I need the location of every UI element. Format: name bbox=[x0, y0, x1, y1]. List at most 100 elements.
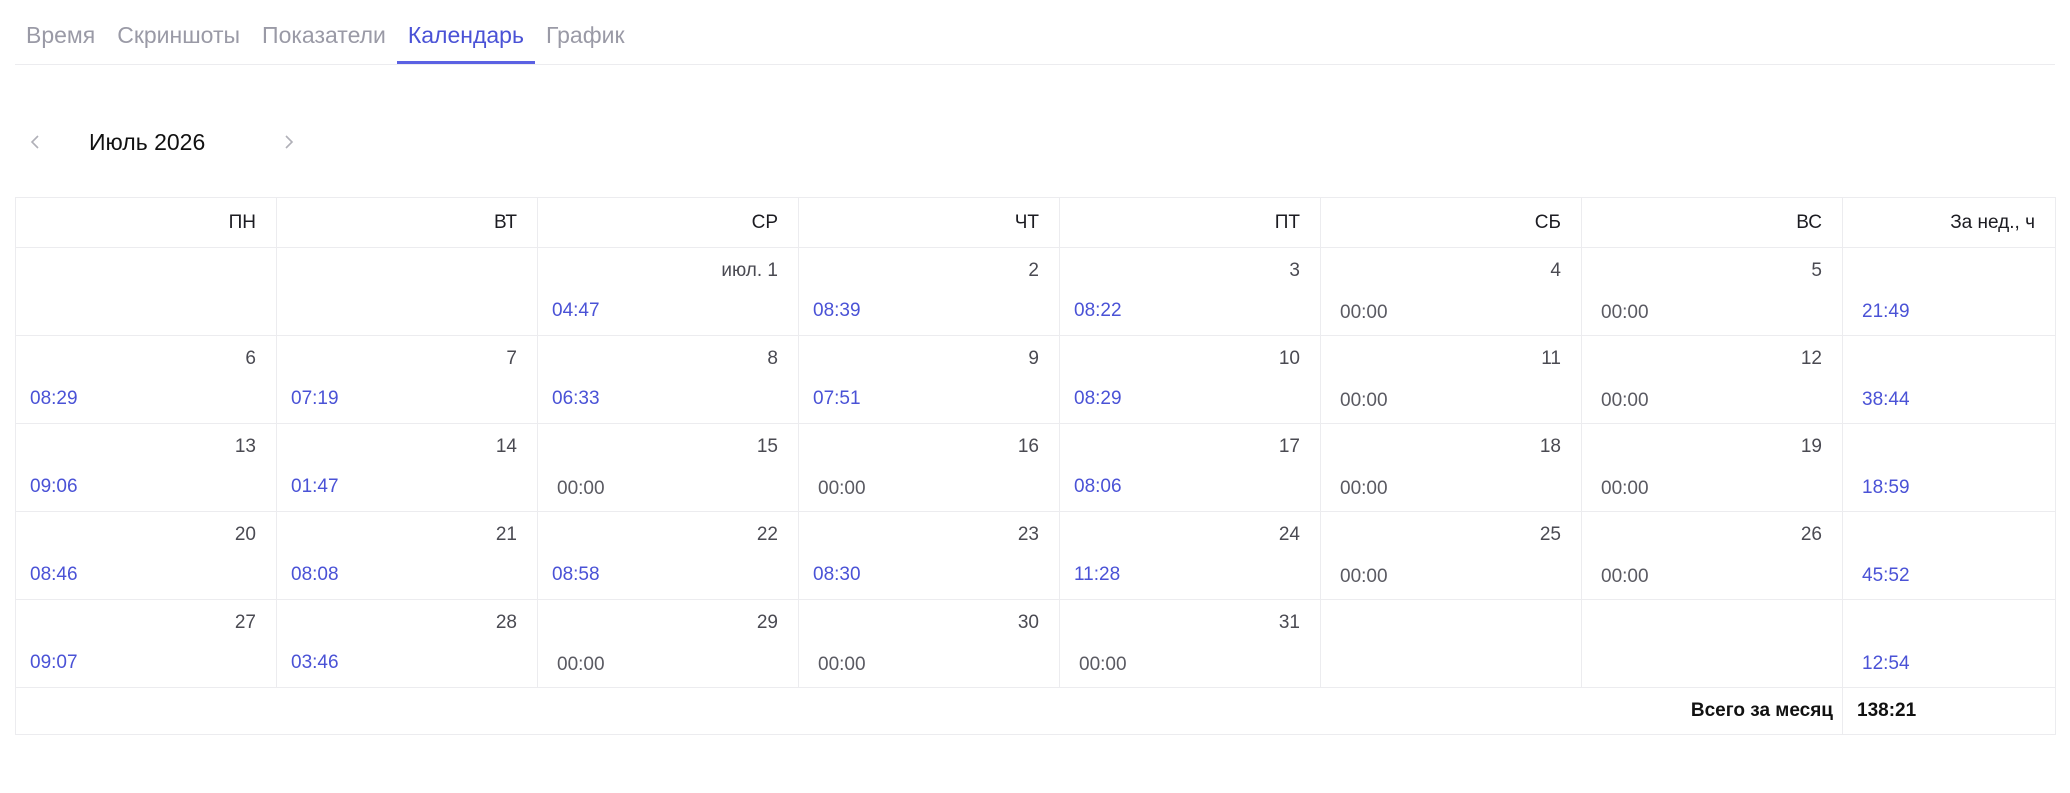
day-number: 20 bbox=[234, 524, 256, 545]
day-time-link[interactable]: 08:46 bbox=[30, 564, 78, 586]
day-time-link[interactable]: 08:30 bbox=[813, 564, 861, 586]
day-number: 11 bbox=[1541, 348, 1561, 369]
day-time-link[interactable]: 03:46 bbox=[291, 652, 339, 674]
day-cell bbox=[1320, 599, 1582, 688]
month-total-row: Всего за месяц 138:21 bbox=[15, 687, 2056, 735]
day-cell: 14 01:47 bbox=[276, 423, 538, 512]
day-time-link[interactable]: 08:22 bbox=[1074, 300, 1122, 322]
day-number: 13 bbox=[234, 436, 256, 457]
week-total-link[interactable]: 45:52 bbox=[1862, 565, 1910, 587]
day-time-empty: 00:00 bbox=[557, 654, 605, 675]
day-cell: 17 08:06 bbox=[1059, 423, 1321, 512]
header-fri: ПТ bbox=[1059, 197, 1321, 248]
next-month-button[interactable] bbox=[269, 122, 309, 162]
tab-calendar[interactable]: Календарь bbox=[396, 0, 535, 64]
day-cell: 10 08:29 bbox=[1059, 335, 1321, 424]
day-time-link[interactable]: 08:29 bbox=[1074, 388, 1122, 410]
day-time-link[interactable]: 08:58 bbox=[552, 564, 600, 586]
month-total-label: Всего за месяц bbox=[15, 687, 1843, 735]
day-cell: 7 07:19 bbox=[276, 335, 538, 424]
day-cell: 9 07:51 bbox=[798, 335, 1060, 424]
day-time-link[interactable]: 08:08 bbox=[291, 564, 339, 586]
tab-screenshots[interactable]: Скриншоты bbox=[106, 0, 251, 64]
header-week-total: За нед., ч bbox=[1842, 197, 2056, 248]
day-time-link[interactable]: 08:29 bbox=[30, 388, 78, 410]
week-row: июл. 1 04:47 2 08:39 3 08:22 4 00:00 5 00:00 21:49 bbox=[15, 247, 2056, 336]
day-time-empty: 00:00 bbox=[557, 478, 605, 499]
day-number: 16 bbox=[1017, 436, 1039, 457]
day-time-empty: 00:00 bbox=[1340, 566, 1388, 587]
month-total-value: 138:21 bbox=[1842, 687, 2056, 735]
day-time-empty: 00:00 bbox=[1601, 302, 1649, 323]
day-number: 9 bbox=[1028, 348, 1039, 369]
day-time-empty: 00:00 bbox=[1340, 390, 1388, 411]
day-cell: 8 06:33 bbox=[537, 335, 799, 424]
day-cell: июл. 1 04:47 bbox=[537, 247, 799, 336]
header-wed: СР bbox=[537, 197, 799, 248]
week-total-link[interactable]: 12:54 bbox=[1862, 653, 1910, 675]
day-cell: 27 09:07 bbox=[15, 599, 277, 688]
week-total-cell: 45:52 bbox=[1842, 511, 2056, 600]
week-total-cell: 21:49 bbox=[1842, 247, 2056, 336]
header-mon: ПН bbox=[15, 197, 277, 248]
day-cell: 20 08:46 bbox=[15, 511, 277, 600]
day-number: 12 bbox=[1800, 348, 1822, 369]
day-number: июл. 1 bbox=[721, 260, 778, 281]
day-cell: 16 00:00 bbox=[798, 423, 1060, 512]
day-time-empty: 00:00 bbox=[1601, 566, 1649, 587]
week-total-link[interactable]: 21:49 bbox=[1862, 301, 1910, 323]
day-time-link[interactable]: 09:07 bbox=[30, 652, 78, 674]
day-time-link[interactable]: 11:28 bbox=[1074, 564, 1120, 586]
day-number: 4 bbox=[1550, 260, 1561, 281]
day-cell: 5 00:00 bbox=[1581, 247, 1843, 336]
tab-time[interactable]: Время bbox=[15, 0, 106, 64]
day-time-link[interactable]: 01:47 bbox=[291, 476, 339, 498]
day-cell bbox=[15, 247, 277, 336]
day-time-link[interactable]: 06:33 bbox=[552, 388, 600, 410]
day-number: 14 bbox=[495, 436, 517, 457]
day-time-link[interactable]: 04:47 bbox=[552, 300, 600, 322]
week-row: 6 08:29 7 07:19 8 06:33 9 07:51 10 08:29 11 00:00 12… bbox=[15, 335, 2056, 424]
week-row: 27 09:07 28 03:46 29 00:00 30 00:00 31 00:00 12:54 bbox=[15, 599, 2056, 688]
day-cell: 18 00:00 bbox=[1320, 423, 1582, 512]
tab-bar: Время Скриншоты Показатели Календарь Гра… bbox=[15, 0, 2055, 65]
day-time-link[interactable]: 08:06 bbox=[1074, 476, 1122, 498]
header-thu: ЧТ bbox=[798, 197, 1060, 248]
day-number: 18 bbox=[1539, 436, 1561, 457]
prev-month-button[interactable] bbox=[15, 122, 55, 162]
day-number: 28 bbox=[495, 612, 517, 633]
week-total-link[interactable]: 18:59 bbox=[1862, 477, 1910, 499]
day-number: 21 bbox=[495, 524, 517, 545]
week-row: 20 08:46 21 08:08 22 08:58 23 08:30 24 11:28 25 00:… bbox=[15, 511, 2056, 600]
day-number: 19 bbox=[1800, 436, 1822, 457]
tab-chart[interactable]: График bbox=[535, 0, 636, 64]
day-cell: 13 09:06 bbox=[15, 423, 277, 512]
day-time-empty: 00:00 bbox=[1079, 654, 1127, 675]
day-cell: 12 00:00 bbox=[1581, 335, 1843, 424]
day-number: 7 bbox=[506, 348, 517, 369]
day-number: 22 bbox=[756, 524, 778, 545]
chevron-left-icon bbox=[30, 135, 39, 149]
day-time-empty: 00:00 bbox=[1601, 478, 1649, 499]
day-cell: 2 08:39 bbox=[798, 247, 1060, 336]
day-time-empty: 00:00 bbox=[1601, 390, 1649, 411]
tab-metrics[interactable]: Показатели bbox=[251, 0, 397, 64]
day-time-link[interactable]: 09:06 bbox=[30, 476, 78, 498]
week-total-cell: 38:44 bbox=[1842, 335, 2056, 424]
day-number: 2 bbox=[1028, 260, 1039, 281]
month-label: Июль 2026 bbox=[89, 128, 206, 155]
day-cell: 28 03:46 bbox=[276, 599, 538, 688]
day-cell: 3 08:22 bbox=[1059, 247, 1321, 336]
day-time-link[interactable]: 07:19 bbox=[291, 388, 339, 410]
day-time-link[interactable]: 07:51 bbox=[813, 388, 861, 410]
day-cell: 30 00:00 bbox=[798, 599, 1060, 688]
day-cell: 21 08:08 bbox=[276, 511, 538, 600]
day-time-link[interactable]: 08:39 bbox=[813, 300, 861, 322]
day-cell bbox=[1581, 599, 1843, 688]
day-number: 5 bbox=[1811, 260, 1822, 281]
day-cell: 19 00:00 bbox=[1581, 423, 1843, 512]
day-cell: 29 00:00 bbox=[537, 599, 799, 688]
week-total-link[interactable]: 38:44 bbox=[1862, 389, 1910, 411]
week-total-cell: 18:59 bbox=[1842, 423, 2056, 512]
day-number: 3 bbox=[1289, 260, 1300, 281]
